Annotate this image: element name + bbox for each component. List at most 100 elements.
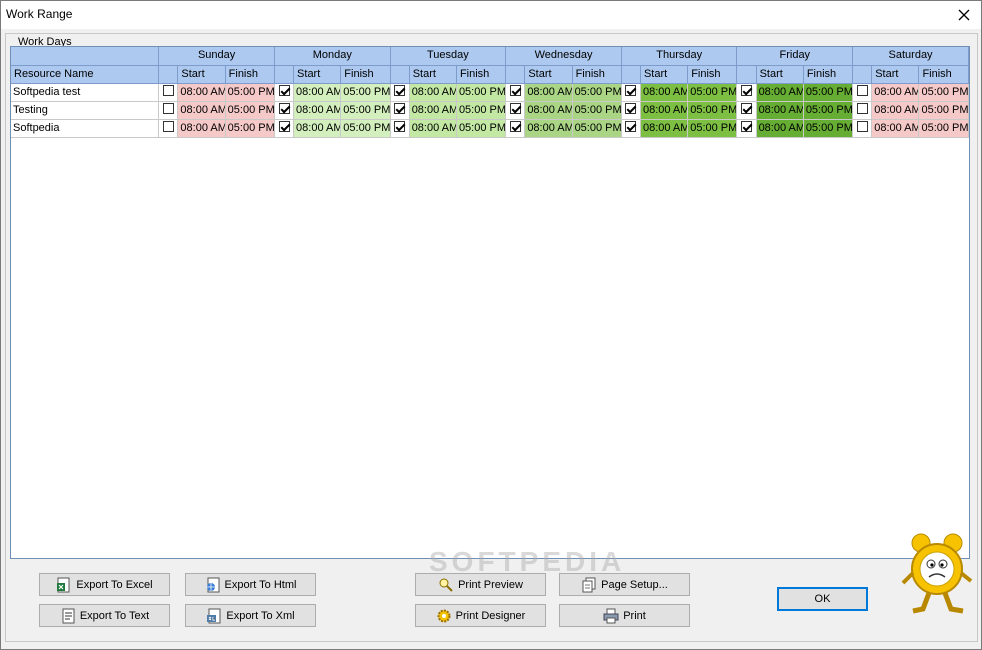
workday-checkbox-cell-wednesday[interactable] [505,83,526,102]
resource-name-cell[interactable]: Testing [11,101,160,120]
workday-checkbox-cell-saturday[interactable] [852,83,873,102]
finish-header-sunday[interactable]: Finish [225,65,275,84]
start-time-cell-tuesday[interactable]: 08:00 AM [409,119,457,138]
start-time-cell-monday[interactable]: 08:00 AM [293,83,342,102]
workday-checkbox-cell-thursday[interactable] [621,101,641,120]
table-row[interactable]: Testing 08:00 AM 05:00 PM 08:00 AM 05:00 PM 0… [11,101,969,120]
finish-time-cell-thursday[interactable]: 05:00 PM [687,119,738,138]
workday-checkbox[interactable] [394,121,406,133]
page-setup-button[interactable]: Page Setup... [559,573,690,596]
workday-checkbox-cell-thursday[interactable] [621,119,641,138]
print-button[interactable]: Print [559,604,690,627]
table-row[interactable]: Softpedia test 08:00 AM 05:00 PM 08:00 AM 05… [11,83,969,102]
finish-time-cell-wednesday[interactable]: 05:00 PM [572,83,622,102]
finish-time-cell-monday[interactable]: 05:00 PM [340,119,391,138]
workday-checkbox[interactable] [509,85,521,97]
export-to-xml-button[interactable]: Export To Xml [185,604,316,627]
finish-header-monday[interactable]: Finish [340,65,391,84]
start-header-sunday[interactable]: Start [177,65,226,84]
start-time-cell-wednesday[interactable]: 08:00 AM [524,83,573,102]
start-time-cell-friday[interactable]: 08:00 AM [756,83,804,102]
finish-header-saturday[interactable]: Finish [918,65,969,84]
workday-checkbox[interactable] [741,85,753,97]
start-header-thursday[interactable]: Start [640,65,689,84]
export-to-excel-button[interactable]: Export To Excel [39,573,170,596]
start-time-cell-monday[interactable]: 08:00 AM [293,101,342,120]
close-button[interactable] [951,3,977,27]
start-time-cell-sunday[interactable]: 08:00 AM [177,101,226,120]
workday-checkbox-cell-wednesday[interactable] [505,119,526,138]
finish-time-cell-saturday[interactable]: 05:00 PM [918,119,969,138]
workday-checkbox[interactable] [162,103,174,115]
finish-time-cell-wednesday[interactable]: 05:00 PM [572,119,622,138]
resource-name-header[interactable]: Resource Name [11,65,160,84]
start-time-cell-thursday[interactable]: 08:00 AM [640,83,689,102]
finish-time-cell-saturday[interactable]: 05:00 PM [918,101,969,120]
workday-checkbox[interactable] [856,85,868,97]
start-time-cell-saturday[interactable]: 08:00 AM [871,83,920,102]
resource-name-cell[interactable]: Softpedia test [11,83,160,102]
start-time-cell-saturday[interactable]: 08:00 AM [871,119,920,138]
day-header-saturday[interactable]: Saturday [852,47,969,66]
workday-checkbox-cell-wednesday[interactable] [505,101,526,120]
finish-header-thursday[interactable]: Finish [687,65,738,84]
start-header-monday[interactable]: Start [293,65,342,84]
print-preview-button[interactable]: Print Preview [415,573,546,596]
start-time-cell-monday[interactable]: 08:00 AM [293,119,342,138]
export-to-html-button[interactable]: Export To Html [185,573,316,596]
workday-checkbox-cell-friday[interactable] [736,119,757,138]
workday-checkbox[interactable] [162,121,174,133]
resource-name-cell[interactable]: Softpedia [11,119,160,138]
day-header-wednesday[interactable]: Wednesday [505,47,622,66]
start-time-cell-wednesday[interactable]: 08:00 AM [524,101,573,120]
finish-time-cell-friday[interactable]: 05:00 PM [803,119,854,138]
workday-checkbox[interactable] [741,121,753,133]
workday-checkbox-cell-thursday[interactable] [621,83,641,102]
finish-time-cell-monday[interactable]: 05:00 PM [340,83,391,102]
workday-checkbox-cell-saturday[interactable] [852,119,873,138]
workday-checkbox-cell-friday[interactable] [736,83,757,102]
finish-time-cell-saturday[interactable]: 05:00 PM [918,83,969,102]
start-header-wednesday[interactable]: Start [524,65,573,84]
day-header-monday[interactable]: Monday [274,47,391,66]
workday-checkbox-cell-sunday[interactable] [158,101,179,120]
workday-checkbox[interactable] [625,121,637,133]
workday-checkbox[interactable] [278,121,290,133]
finish-time-cell-friday[interactable]: 05:00 PM [803,83,854,102]
finish-time-cell-tuesday[interactable]: 05:00 PM [456,119,507,138]
start-time-cell-friday[interactable]: 08:00 AM [756,119,804,138]
start-time-cell-thursday[interactable]: 08:00 AM [640,101,689,120]
workday-checkbox[interactable] [509,103,521,115]
workday-checkbox-cell-monday[interactable] [274,101,295,120]
workday-checkbox[interactable] [856,103,868,115]
workday-checkbox-cell-tuesday[interactable] [390,83,410,102]
table-row[interactable]: Softpedia 08:00 AM 05:00 PM 08:00 AM 05:00 P… [11,119,969,138]
workday-checkbox[interactable] [509,121,521,133]
start-header-tuesday[interactable]: Start [409,65,457,84]
finish-time-cell-thursday[interactable]: 05:00 PM [687,83,738,102]
finish-time-cell-thursday[interactable]: 05:00 PM [687,101,738,120]
workday-checkbox-cell-sunday[interactable] [158,119,179,138]
workday-checkbox[interactable] [741,103,753,115]
workday-checkbox[interactable] [278,103,290,115]
finish-time-cell-tuesday[interactable]: 05:00 PM [456,83,507,102]
workday-checkbox[interactable] [162,85,174,97]
ok-button[interactable]: OK [777,587,868,611]
finish-time-cell-sunday[interactable]: 05:00 PM [225,83,275,102]
finish-header-tuesday[interactable]: Finish [456,65,507,84]
workday-checkbox-cell-sunday[interactable] [158,83,179,102]
start-time-cell-sunday[interactable]: 08:00 AM [177,83,226,102]
start-time-cell-wednesday[interactable]: 08:00 AM [524,119,573,138]
workday-checkbox-cell-monday[interactable] [274,83,295,102]
finish-header-wednesday[interactable]: Finish [572,65,622,84]
workday-checkbox-cell-monday[interactable] [274,119,295,138]
day-header-tuesday[interactable]: Tuesday [390,47,507,66]
day-header-sunday[interactable]: Sunday [158,47,275,66]
workday-checkbox[interactable] [625,85,637,97]
workday-checkbox[interactable] [856,121,868,133]
export-to-text-button[interactable]: Export To Text [39,604,170,627]
workday-checkbox[interactable] [394,103,406,115]
print-designer-button[interactable]: Print Designer [415,604,546,627]
finish-time-cell-wednesday[interactable]: 05:00 PM [572,101,622,120]
workday-checkbox[interactable] [625,103,637,115]
